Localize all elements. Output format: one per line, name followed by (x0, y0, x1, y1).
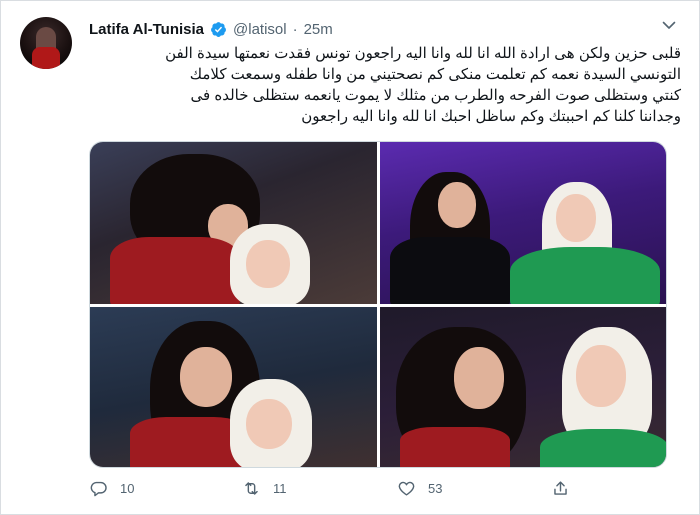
photo-face (246, 240, 290, 288)
retweet-count: 11 (273, 481, 287, 496)
photo-face (576, 345, 626, 407)
photo-face (180, 347, 232, 407)
photo-1[interactable] (90, 142, 377, 304)
photo-dress (110, 237, 240, 304)
photo-dress (390, 237, 510, 304)
like-button[interactable]: 53 (397, 479, 442, 498)
heart-icon (398, 481, 415, 496)
photo-4[interactable] (380, 307, 666, 467)
photo-2[interactable] (380, 142, 666, 304)
media-grid (89, 141, 667, 468)
tweet-text-line: كنتي وستظلى صوت الفرحه والطرب من مثلك لا… (190, 87, 681, 104)
photo-face (438, 182, 476, 228)
photo-3[interactable] (90, 307, 377, 467)
tweet-time[interactable]: 25m (304, 21, 333, 38)
photo-dress (400, 427, 510, 467)
photo-face (454, 347, 504, 409)
action-bar: 10 11 53 (89, 479, 649, 503)
author-name[interactable]: Latifa Al-Tunisia (89, 21, 204, 38)
photo-dress (510, 247, 660, 304)
separator-dot: · (292, 20, 298, 38)
tweet-text-line: قلبى حزين ولكن هى ارادة الله انا لله وان… (165, 45, 681, 62)
tweet-text: قلبى حزين ولكن هى ارادة الله انا لله وان… (89, 43, 681, 127)
reply-button[interactable]: 10 (89, 479, 134, 498)
reply-count: 10 (120, 481, 135, 496)
tweet-text-line: التونسي السيدة نعمه كم تعلمت منكى كم نصح… (189, 66, 681, 83)
author-handle[interactable]: @latisol (233, 21, 287, 38)
tweet-text-line: وجداننا كلنا كم احببتك وكم ساظل احبك انا… (301, 108, 681, 125)
tweet-header: Latifa Al-Tunisia @latisol · 25m (89, 18, 333, 40)
reply-icon (90, 481, 107, 497)
avatar[interactable] (20, 17, 72, 69)
share-button[interactable] (551, 479, 570, 498)
like-count: 53 (428, 481, 443, 496)
photo-face (556, 194, 596, 242)
photo-face (246, 399, 292, 449)
avatar-dress (32, 47, 60, 69)
tweet-card: Latifa Al-Tunisia @latisol · 25m قلبى حز… (0, 0, 700, 515)
retweet-button[interactable]: 11 (242, 479, 287, 498)
share-icon (554, 481, 567, 495)
retweet-icon (245, 482, 258, 495)
chevron-down-icon[interactable] (661, 17, 677, 33)
verified-badge-icon (211, 21, 226, 37)
photo-dress (540, 429, 666, 467)
